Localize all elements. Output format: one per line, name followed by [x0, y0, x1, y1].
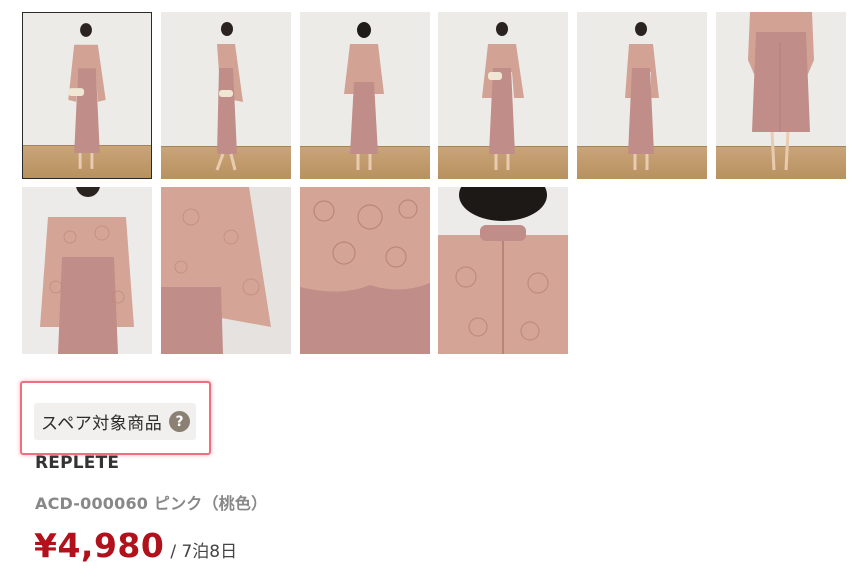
model-figure — [482, 22, 524, 170]
spare-badge-label: スペア対象商品 — [41, 414, 163, 434]
model-figure — [344, 22, 384, 170]
model-figure — [215, 22, 243, 171]
price-row: ¥4,980 / 7泊8日 — [34, 526, 237, 565]
gallery-thumb-1[interactable] — [22, 12, 152, 179]
gallery-thumb-6[interactable] — [716, 12, 846, 179]
gallery-thumb-3[interactable] — [300, 12, 430, 179]
rental-price: ¥4,980 — [34, 526, 165, 565]
gallery-thumb-4[interactable] — [438, 12, 568, 179]
sleeve-detail — [161, 187, 291, 354]
gallery-thumb-7[interactable] — [22, 187, 152, 354]
brand-name[interactable]: REPLETE — [35, 453, 119, 473]
model-figure — [68, 23, 106, 169]
gallery-thumb-10[interactable] — [438, 187, 568, 354]
gallery-thumb-5[interactable] — [577, 12, 707, 179]
rental-period: / 7泊8日 — [170, 542, 238, 562]
lace-detail — [300, 187, 430, 354]
back-neck-detail — [438, 187, 568, 354]
spare-eligible-badge[interactable]: スペア対象商品 ? — [34, 403, 197, 440]
product-code-color: ACD-000060 ピンク（桃色） — [35, 494, 268, 513]
gallery-thumb-2[interactable] — [161, 12, 291, 179]
gallery-thumb-9[interactable] — [300, 187, 430, 354]
model-figure — [748, 12, 814, 171]
help-icon[interactable]: ? — [169, 411, 191, 432]
model-figure — [625, 22, 659, 170]
gallery-thumb-8[interactable] — [161, 187, 291, 354]
upper-body-detail — [22, 187, 152, 354]
